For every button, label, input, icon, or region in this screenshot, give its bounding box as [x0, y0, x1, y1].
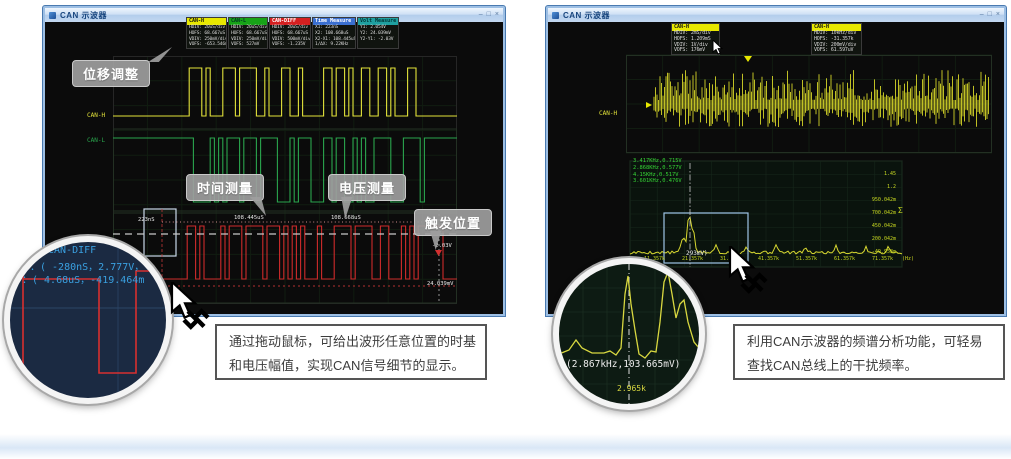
right-titlebar[interactable]: CAN 示波器 – □ × [548, 8, 1004, 22]
readout-line: VOFS: 527mV [229, 42, 267, 48]
readout-header: Volt Measure [358, 18, 398, 25]
readout-line: HOFS: 68.667uS [229, 31, 267, 37]
readout-volt-measure: Volt Measure Y1: 2.054V Y2: 24.039mV Y2-… [357, 17, 399, 49]
readout-header: Time Measure [313, 18, 355, 25]
readout-line: VOFS: 61.597uV [812, 48, 861, 54]
caption-line: 查找CAN总线上的干扰频率。 [747, 354, 991, 378]
bottom-decor-band [0, 434, 1011, 459]
spectrum-peak-list: 3.417KHz,0.715V 2.868KHz,0.577V 4.15KHz,… [633, 158, 682, 185]
spectrum-y-tick: 950.042m [862, 197, 896, 203]
spectrum-x-tick: 51.357k [796, 256, 817, 262]
spectrum-x-tick: 61.357k [834, 256, 855, 262]
readout-can-l: CAN-L HDIV: 20uS/div HOFS: 68.667uS VDIV… [228, 17, 268, 49]
readout-can-h: CAN-H HDIV: 20uS/div HOFS: 68.667uS VDIV… [186, 17, 227, 49]
left-caption-box: 通过拖动鼠标，可给出波形任意位置的时基 和电压幅值，实现CAN信号细节的显示。 [215, 324, 487, 380]
drag-cursor-icon [728, 246, 768, 299]
app-icon [49, 12, 56, 19]
readout-header: CAN-H [187, 18, 226, 25]
readout-header: CAN-L [229, 18, 267, 25]
right-window-title: CAN 示波器 [563, 10, 976, 21]
sigma-symbol: Σ [898, 206, 903, 215]
readout-line: HDIV: 20uS/div [187, 25, 226, 31]
maximize-button[interactable]: □ [988, 11, 992, 19]
right-magnifier-loupe: (2.867kHz,103.665mV) 2.965k [553, 258, 705, 410]
readout-line: Y2-Y1: -2.03V [358, 37, 398, 43]
loupe-channel-label: CAN-DIFF [48, 245, 96, 256]
readout-line: HDIV: 20uS/div [270, 25, 310, 31]
left-magnifier-loupe: CAN-DIFF ：( -280nS，2.777V， ：( 4.68uS，-41… [4, 236, 172, 404]
readout-line: VOFS: -1.235V [270, 42, 310, 48]
readout-can-h-freq: CAN-H HDIV: 10kHz/div HOFS: -31.357k VDI… [811, 23, 862, 55]
drag-cursor-icon [170, 282, 210, 335]
channel-label-can-l: CAN-L [87, 137, 105, 144]
page: CAN 示波器 – □ × CAN-H CAN-L CAN-H HDIV: 20… [0, 0, 1011, 459]
left-readout-row: CAN-H HDIV: 20uS/div HOFS: 68.667uS VDIV… [186, 17, 399, 49]
peak-entry: 3.417KHz,0.715V [633, 158, 682, 165]
spectrum-y-tick: 1.2 [862, 184, 896, 190]
readout-line: HOFS: 68.667uS [187, 31, 226, 37]
cursor-x1-label: 223nS [138, 217, 155, 223]
callout-voltage-measure: 电压测量 [328, 174, 406, 201]
spectrum-tooltip-fragment: 293mV) [686, 250, 708, 257]
callout-time-measure: 时间测量 [186, 174, 264, 201]
app-icon [552, 12, 559, 19]
caption-line: 和电压幅值，实现CAN信号细节的显示。 [229, 354, 473, 378]
readout-can-diff: CAN-DIFF HDIV: 20uS/div HOFS: 68.667uS V… [269, 17, 311, 49]
spectrum-y-tick: 450.042m [862, 223, 896, 229]
caption-line: 通过拖动鼠标，可给出波形任意位置的时基 [229, 330, 473, 354]
close-button[interactable]: × [996, 11, 1000, 19]
callout-displacement-adjust: 位移调整 [72, 60, 150, 87]
channel-label-can-h: CAN-H [599, 110, 617, 117]
readout-header: CAN-DIFF [270, 18, 310, 25]
caption-line: 利用CAN示波器的频谱分析功能，可轻易 [747, 330, 991, 354]
spectrum-y-tick: 200.042m [862, 236, 896, 242]
loupe-coord-line: ：( 4.68uS，-419.464m [22, 271, 144, 286]
peak-entry: 3.601KHz,0.476V [633, 178, 682, 185]
readout-time-measure: Time Measure X1: 223nS X2: 108.668uS X2-… [312, 17, 356, 49]
spectrum-x-tick: 71.357k [872, 256, 893, 262]
minimize-button[interactable]: – [479, 11, 483, 19]
right-caption-box: 利用CAN示波器的频谱分析功能，可轻易 查找CAN总线上的干扰频率。 [733, 324, 1005, 380]
spectrum-y-tick: -49.958m [862, 249, 896, 255]
readout-line: 1/ΔX: 9.22KHz [313, 42, 355, 48]
cursor-dx-label: 108.445uS [234, 215, 264, 221]
peak-entry: 2.868KHz,0.577V [633, 165, 682, 172]
loupe-spectrum [559, 264, 699, 404]
loupe-tooltip: (2.867kHz,103.665mV) [566, 359, 680, 370]
channel-label-can-h: CAN-H [87, 112, 105, 119]
spectrum-x-unit: (Hz) [902, 256, 914, 262]
spectrum-y-tick: 1.45 [862, 171, 896, 177]
loupe-x-tick: 2.965k [617, 384, 646, 393]
close-button[interactable]: × [495, 11, 499, 19]
readout-line: VOFS: -653.546mV [187, 42, 226, 48]
right-readout-freq: CAN-H HDIV: 10kHz/div HOFS: -31.357k VDI… [811, 23, 862, 55]
readout-line: HDIV: 20uS/div [229, 25, 267, 31]
maximize-button[interactable]: □ [487, 11, 491, 19]
minimize-button[interactable]: – [980, 11, 984, 19]
mouse-cursor-icon [712, 40, 725, 62]
peak-entry: 4.15KHz,0.517V [633, 172, 682, 179]
readout-line: HOFS: 68.667uS [270, 31, 310, 37]
callout-trigger-position: 触发位置 [414, 209, 492, 236]
spectrum-y-tick: 700.042m [862, 210, 896, 216]
cursor-y2-label: 24.039mV [427, 281, 454, 287]
